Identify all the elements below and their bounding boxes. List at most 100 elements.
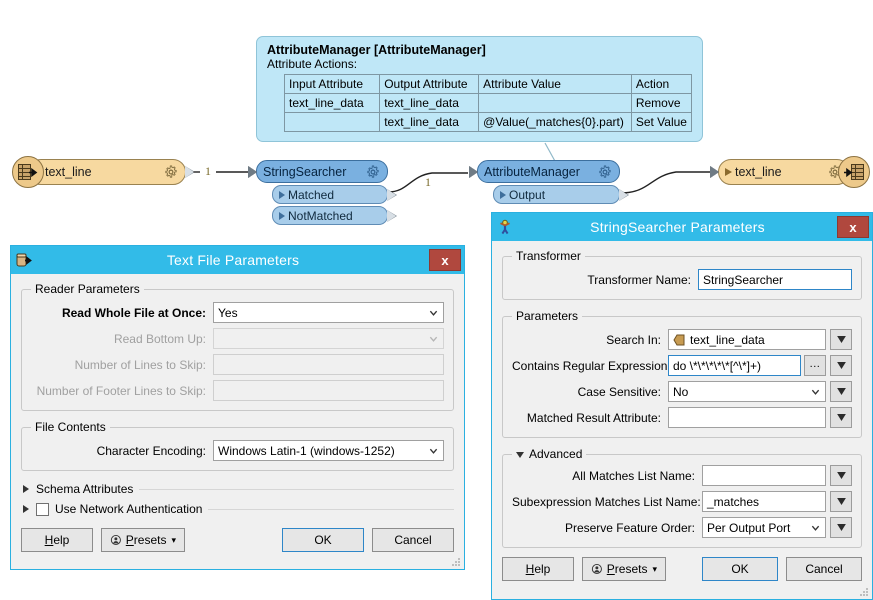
transformer-name-input[interactable]: StringSearcher <box>698 269 852 290</box>
preserve-order-dropdown-button[interactable] <box>830 517 852 538</box>
presets-button[interactable]: Presets ▾ <box>101 528 185 552</box>
matched-result-dropdown-button[interactable] <box>830 407 852 428</box>
subexpression-matches-list-name-input[interactable]: _matches <box>702 491 826 512</box>
group-transformer: Transformer Transformer Name: StringSear… <box>502 249 862 300</box>
input-connector-icon <box>469 165 478 178</box>
node-header[interactable]: AttributeManager <box>469 160 620 183</box>
expander-label: Schema Attributes <box>36 482 134 496</box>
case-sensitive-select[interactable]: No <box>668 381 826 402</box>
cancel-button[interactable]: Cancel <box>372 528 454 552</box>
lines-to-skip-input <box>213 354 444 375</box>
gear-icon[interactable] <box>598 164 612 179</box>
field-footer-lines-to-skip: Number of Footer Lines to Skip: <box>31 380 444 401</box>
matched-result-attribute-input[interactable] <box>668 407 826 428</box>
help-button[interactable]: HHelpelp <box>21 528 93 552</box>
ok-button[interactable]: OK <box>282 528 364 552</box>
input-connector-icon <box>248 165 257 178</box>
node-stringsearcher[interactable]: StringSearcher Matched NotMatched <box>248 160 397 225</box>
group-legend: Reader Parameters <box>35 282 140 296</box>
preserve-feature-order-select[interactable]: Per Output Port <box>702 517 826 538</box>
cell-action: Set Value <box>630 112 693 132</box>
chevron-down-icon <box>429 448 438 454</box>
footer-lines-to-skip-input <box>213 380 444 401</box>
port-connector-icon <box>387 209 396 222</box>
dialog-body: Transformer Transformer Name: StringSear… <box>492 241 872 589</box>
port-triangle-icon <box>279 211 285 220</box>
dialog-title-bar[interactable]: Text File Parameters x <box>11 246 464 274</box>
group-legend: Parameters <box>516 309 579 323</box>
close-button[interactable]: x <box>429 249 461 271</box>
node-header[interactable]: StringSearcher <box>248 160 388 183</box>
port-connector-icon <box>387 188 396 201</box>
text-file-icon <box>11 253 37 268</box>
regex-dropdown-button[interactable] <box>830 355 852 376</box>
field-read-bottom-up: Read Bottom Up: <box>31 328 444 349</box>
gear-icon[interactable] <box>164 165 178 179</box>
node-reader-text-line[interactable]: text_line <box>28 159 195 185</box>
read-whole-file-select[interactable]: Yes <box>213 302 444 323</box>
field-subexpression-matches-list-name: Subexpression Matches List Name: _matche… <box>512 491 852 512</box>
close-button[interactable]: x <box>837 216 869 238</box>
node-attributemanager[interactable]: AttributeManager Output <box>469 160 629 204</box>
divider <box>208 508 454 510</box>
field-label: Transformer Name: <box>587 272 691 287</box>
input-connector-icon <box>710 166 719 178</box>
writer-disc-icon <box>838 156 870 188</box>
input-value: text_line_data <box>690 332 765 347</box>
search-in-input[interactable]: text_line_data <box>668 329 826 350</box>
resize-grip[interactable] <box>451 557 461 567</box>
field-matched-result-attribute: Matched Result Attribute: <box>512 407 852 428</box>
resize-grip[interactable] <box>859 587 869 597</box>
connection-label-1: 1 <box>205 164 211 178</box>
caret-down-icon <box>836 388 846 395</box>
search-in-dropdown-button[interactable] <box>830 329 852 350</box>
text-file-parameters-dialog[interactable]: Text File Parameters x Reader Parameters… <box>10 245 465 570</box>
all-matches-list-name-input[interactable] <box>702 465 826 486</box>
field-preserve-feature-order: Preserve Feature Order: Per Output Port <box>512 517 852 538</box>
column-header: Input Attribute <box>283 74 381 94</box>
regex-input[interactable]: do \*\*\*\*\*[^\*]+) <box>668 355 801 376</box>
ok-button[interactable]: OK <box>702 557 778 581</box>
field-lines-to-skip: Number of Lines to Skip: <box>31 354 444 375</box>
tooltip-title: AttributeManager [AttributeManager] <box>267 43 486 57</box>
node-writer-text-line[interactable]: text_line <box>710 159 850 185</box>
output-port-output[interactable]: Output <box>493 185 629 204</box>
reader-table-icon <box>18 163 38 180</box>
input-value: StringSearcher <box>703 272 784 287</box>
gear-icon[interactable] <box>366 164 380 179</box>
chevron-right-icon <box>23 505 29 513</box>
input-value: do \*\*\*\*\*[^\*]+) <box>673 358 762 373</box>
tooltip-subtitle: Attribute Actions: <box>267 57 358 71</box>
help-button[interactable]: Help <box>502 557 574 581</box>
expander-use-network-authentication[interactable]: Use Network Authentication <box>23 500 454 518</box>
case-sensitive-dropdown-button[interactable] <box>830 381 852 402</box>
subexpression-dropdown-button[interactable] <box>830 491 852 512</box>
field-label: Number of Lines to Skip: <box>74 357 206 372</box>
node-label: text_line <box>735 165 782 179</box>
output-port-matched[interactable]: Matched <box>272 185 397 204</box>
expander-schema-attributes[interactable]: Schema Attributes <box>23 480 454 498</box>
dialog-title: Text File Parameters <box>166 252 300 268</box>
character-encoding-select[interactable]: Windows Latin-1 (windows-1252) <box>213 440 444 461</box>
caret-down-icon <box>836 414 846 421</box>
cell-input-attribute: text_line_data <box>283 93 381 113</box>
dialog-button-row: HHelpelp Presets ▾ OK Cancel <box>21 528 454 552</box>
group-legend-advanced[interactable]: Advanced <box>512 447 586 461</box>
regex-editor-button[interactable]: ... <box>804 355 826 376</box>
advanced-label: Advanced <box>529 447 583 461</box>
stringsearcher-parameters-dialog[interactable]: StringSearcher Parameters x Transformer … <box>491 212 873 600</box>
chevron-right-icon <box>23 485 29 493</box>
use-network-authentication-checkbox[interactable] <box>36 502 49 516</box>
dialog-title-bar[interactable]: StringSearcher Parameters x <box>492 213 872 241</box>
port-connector-icon <box>619 188 628 201</box>
all-matches-dropdown-button[interactable] <box>830 465 852 486</box>
port-label: Matched <box>288 187 335 202</box>
presets-button[interactable]: Presets ▾ <box>582 557 666 581</box>
output-port-notmatched[interactable]: NotMatched <box>272 206 397 225</box>
cell-output-attribute: text_line_data <box>379 112 480 132</box>
cancel-button[interactable]: Cancel <box>786 557 862 581</box>
field-contains-regular-expression: Contains Regular Expression: do \*\*\*\*… <box>512 355 852 376</box>
attribute-icon <box>673 334 685 345</box>
field-all-matches-list-name: All Matches List Name: <box>512 465 852 486</box>
field-transformer-name: Transformer Name: StringSearcher <box>512 269 852 290</box>
